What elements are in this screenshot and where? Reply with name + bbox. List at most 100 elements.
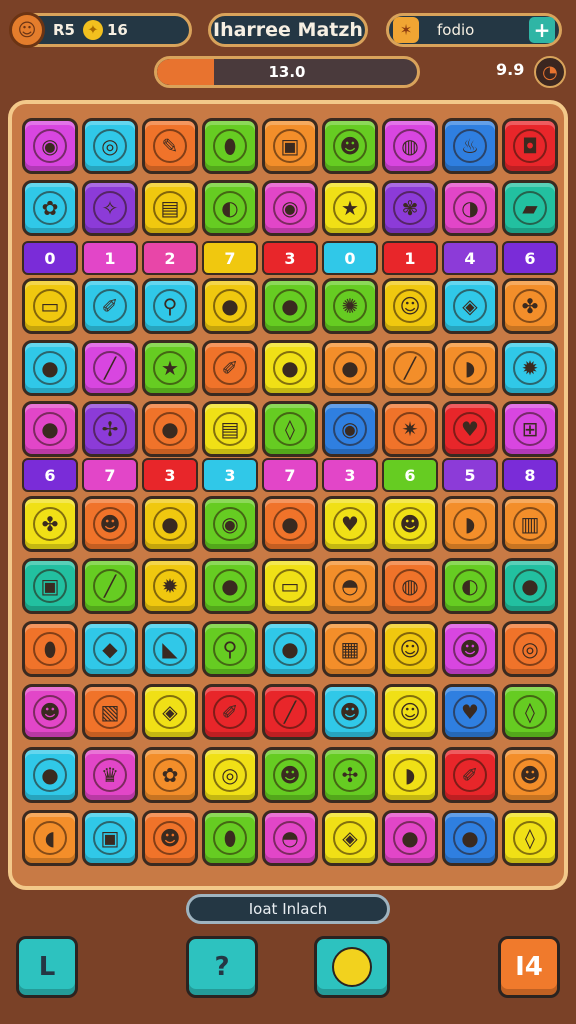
match-tile[interactable]: ● xyxy=(142,496,198,552)
match-tile[interactable]: ● xyxy=(262,496,318,552)
match-tile[interactable]: ● xyxy=(22,401,78,457)
number-tile[interactable]: 0 xyxy=(22,241,78,275)
match-tile[interactable]: ▧ xyxy=(82,684,138,740)
match-tile[interactable]: ╱ xyxy=(382,340,438,396)
match-tile[interactable]: ● xyxy=(322,340,378,396)
match-tile[interactable]: ⚲ xyxy=(202,621,258,677)
match-tile[interactable]: ◓ xyxy=(262,810,318,866)
match-tile[interactable]: ╱ xyxy=(262,684,318,740)
match-tile[interactable]: ◖ xyxy=(22,810,78,866)
match-tile[interactable]: ● xyxy=(202,278,258,334)
number-tile[interactable]: 6 xyxy=(382,458,438,492)
match-tile[interactable]: ◐ xyxy=(202,180,258,236)
number-tile[interactable]: 7 xyxy=(262,458,318,492)
match-tile[interactable]: ▭ xyxy=(22,278,78,334)
match-tile[interactable]: ◊ xyxy=(502,684,558,740)
match-tile[interactable]: ▤ xyxy=(202,401,258,457)
match-tile[interactable]: ⊞ xyxy=(502,401,558,457)
match-tile[interactable]: ◗ xyxy=(442,340,498,396)
match-tile[interactable]: ▣ xyxy=(262,118,318,174)
match-tile[interactable]: ★ xyxy=(142,340,198,396)
match-tile[interactable]: ☻ xyxy=(82,496,138,552)
number-tile[interactable]: 4 xyxy=(442,241,498,275)
match-tile[interactable]: ✧ xyxy=(82,180,138,236)
match-tile[interactable]: ◈ xyxy=(442,278,498,334)
match-tile[interactable]: ♨ xyxy=(442,118,498,174)
match-tile[interactable]: ● xyxy=(502,558,558,614)
match-tile[interactable]: ◉ xyxy=(202,496,258,552)
number-tile[interactable]: 1 xyxy=(382,241,438,275)
number-tile[interactable]: 0 xyxy=(322,241,378,275)
match-tile[interactable]: ● xyxy=(202,558,258,614)
match-tile[interactable]: ▤ xyxy=(142,180,198,236)
match-tile[interactable]: ♥ xyxy=(322,496,378,552)
match-tile[interactable]: ◑ xyxy=(442,180,498,236)
match-tile[interactable]: ✎ xyxy=(142,118,198,174)
match-tile[interactable]: ● xyxy=(382,810,438,866)
match-tile[interactable]: ◎ xyxy=(82,118,138,174)
match-tile[interactable]: ● xyxy=(262,621,318,677)
match-tile[interactable]: ✿ xyxy=(142,747,198,803)
match-tile[interactable]: ☻ xyxy=(22,684,78,740)
match-tile[interactable]: ✐ xyxy=(82,278,138,334)
match-tile[interactable]: ◉ xyxy=(322,401,378,457)
match-tile[interactable]: ╱ xyxy=(82,558,138,614)
number-tile[interactable]: 8 xyxy=(502,458,558,492)
match-tile[interactable]: ⬮ xyxy=(22,621,78,677)
match-tile[interactable]: ◍ xyxy=(382,118,438,174)
number-tile[interactable]: 6 xyxy=(22,458,78,492)
number-tile[interactable]: 3 xyxy=(142,458,198,492)
match-tile[interactable]: ◆ xyxy=(82,621,138,677)
match-tile[interactable]: ☻ xyxy=(382,496,438,552)
match-tile[interactable]: ◊ xyxy=(262,401,318,457)
match-tile[interactable]: ☺ xyxy=(382,278,438,334)
match-tile[interactable]: ✐ xyxy=(202,684,258,740)
match-tile[interactable]: ♥ xyxy=(442,684,498,740)
match-tile[interactable]: ☻ xyxy=(442,621,498,677)
match-tile[interactable]: ⬮ xyxy=(202,118,258,174)
match-tile[interactable]: ✹ xyxy=(502,340,558,396)
match-tile[interactable]: ☻ xyxy=(262,747,318,803)
match-tile[interactable]: ◘ xyxy=(502,118,558,174)
match-tile[interactable]: ☺ xyxy=(382,684,438,740)
number-tile[interactable]: 7 xyxy=(202,241,258,275)
match-tile[interactable]: ◎ xyxy=(202,747,258,803)
number-tile[interactable]: 1 xyxy=(82,241,138,275)
number-tile[interactable]: 3 xyxy=(202,458,258,492)
match-tile[interactable]: ☻ xyxy=(142,810,198,866)
number-tile[interactable]: 3 xyxy=(262,241,318,275)
match-tile[interactable]: ☻ xyxy=(502,747,558,803)
match-tile[interactable]: ▦ xyxy=(322,621,378,677)
match-tile[interactable]: ⚲ xyxy=(142,278,198,334)
match-tile[interactable]: ✾ xyxy=(382,180,438,236)
match-tile[interactable]: ● xyxy=(22,340,78,396)
match-tile[interactable]: ● xyxy=(262,340,318,396)
match-tile[interactable]: ✐ xyxy=(202,340,258,396)
match-tile[interactable]: ☻ xyxy=(322,118,378,174)
match-tile[interactable]: ☻ xyxy=(322,684,378,740)
match-tile[interactable]: ◗ xyxy=(442,496,498,552)
hint-button[interactable]: ? xyxy=(186,936,258,998)
number-tile[interactable]: 6 xyxy=(502,241,558,275)
match-tile[interactable]: ✢ xyxy=(82,401,138,457)
match-tile[interactable]: ● xyxy=(262,278,318,334)
match-tile[interactable]: ▥ xyxy=(502,496,558,552)
match-tile[interactable]: ▰ xyxy=(502,180,558,236)
match-tile[interactable]: ✐ xyxy=(442,747,498,803)
match-tile[interactable]: ● xyxy=(22,747,78,803)
match-tile[interactable]: ✹ xyxy=(142,558,198,614)
match-tile[interactable]: ✣ xyxy=(322,747,378,803)
match-tile[interactable]: ◐ xyxy=(442,558,498,614)
match-tile[interactable]: ◊ xyxy=(502,810,558,866)
undo-button[interactable]: L xyxy=(16,936,78,998)
match-tile[interactable]: ▣ xyxy=(82,810,138,866)
match-tile[interactable]: ✤ xyxy=(22,496,78,552)
match-tile[interactable]: ♥ xyxy=(442,401,498,457)
number-tile[interactable]: 2 xyxy=(142,241,198,275)
match-tile[interactable]: ◈ xyxy=(322,810,378,866)
match-tile[interactable]: ◎ xyxy=(502,621,558,677)
match-tile[interactable]: ╱ xyxy=(82,340,138,396)
match-tile[interactable]: ⬮ xyxy=(202,810,258,866)
match-tile[interactable]: ● xyxy=(442,810,498,866)
match-tile[interactable]: ☺ xyxy=(382,621,438,677)
